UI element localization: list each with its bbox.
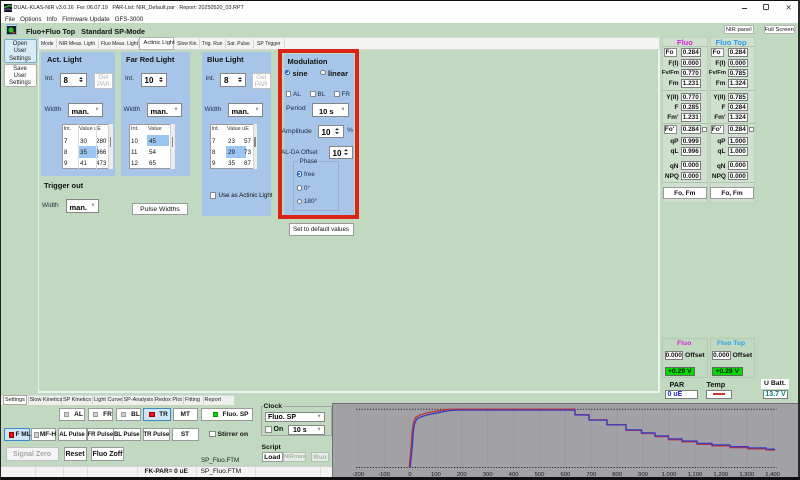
- svg-text:100: 100: [431, 472, 442, 477]
- svg-text:500: 500: [535, 472, 546, 477]
- svg-text:400: 400: [509, 472, 520, 477]
- svg-text:-200: -200: [352, 472, 365, 477]
- svg-text:200: 200: [457, 472, 468, 477]
- svg-text:1,200: 1,200: [713, 472, 728, 477]
- svg-text:-100: -100: [378, 472, 391, 477]
- svg-text:700: 700: [586, 472, 597, 477]
- svg-text:300: 300: [483, 472, 494, 477]
- svg-text:1,000: 1,000: [662, 472, 677, 477]
- svg-text:1,100: 1,100: [688, 472, 703, 477]
- svg-text:0: 0: [408, 472, 412, 477]
- svg-text:800: 800: [612, 472, 623, 477]
- svg-text:1,300: 1,300: [739, 472, 754, 477]
- svg-text:900: 900: [638, 472, 649, 477]
- svg-text:600: 600: [560, 472, 571, 477]
- svg-text:1,400: 1,400: [765, 472, 780, 477]
